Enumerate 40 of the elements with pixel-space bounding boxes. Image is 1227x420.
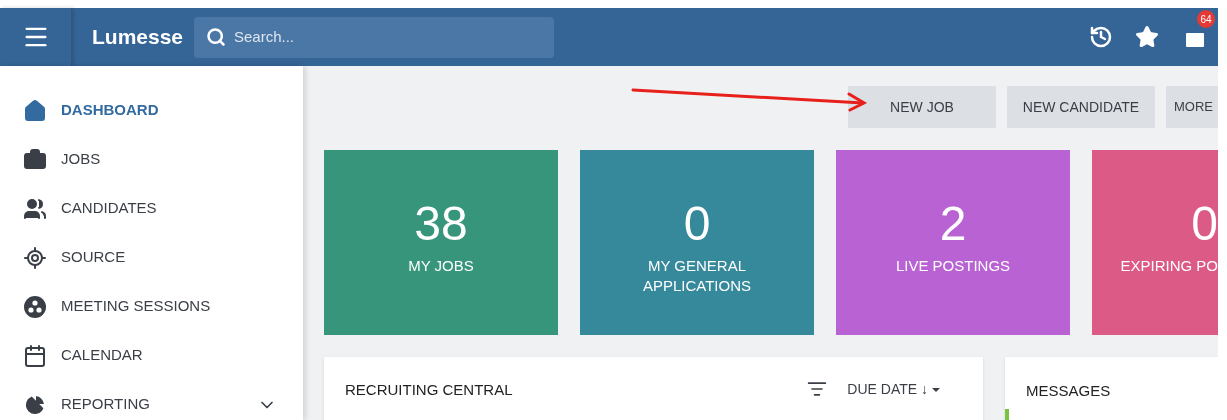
sidebar-item[interactable]: MEETING SESSIONS	[0, 282, 303, 331]
stat-value: 38	[414, 196, 468, 252]
stat-label: MY GENERAL APPLICATIONS	[641, 256, 753, 296]
sidebar-item[interactable]: JOBS	[0, 135, 303, 184]
sort-dropdown[interactable]: DUE DATE ↓	[847, 379, 940, 400]
action-button[interactable]: MORE	[1166, 86, 1218, 128]
card-title: MESSAGES	[1026, 382, 1111, 399]
card-title: RECRUITING CENTRAL	[345, 380, 513, 400]
stat-tile[interactable]: 0 EXPIRING PO	[1092, 150, 1218, 335]
stat-tile[interactable]: 38 MY JOBS	[324, 150, 558, 335]
search-icon	[206, 27, 226, 47]
stat-value: 2	[939, 196, 967, 252]
notification-badge: 64	[1197, 10, 1215, 28]
filter-icon[interactable]	[807, 379, 828, 399]
circles-icon	[23, 294, 47, 319]
target-icon	[23, 245, 47, 270]
sidebar-item[interactable]: CALENDAR	[0, 331, 303, 380]
stat-label: EXPIRING PO	[1120, 256, 1218, 276]
sidebar-item[interactable]: SOURCE	[0, 233, 303, 282]
calendar-icon	[23, 343, 47, 368]
search-bar[interactable]: Search...	[194, 16, 554, 58]
sidebar-item[interactable]: CANDIDATES	[0, 184, 303, 233]
stat-tile[interactable]: 0 MY GENERAL APPLICATIONS	[580, 150, 814, 335]
stat-label: MY JOBS	[407, 256, 475, 276]
history-icon[interactable]	[1089, 25, 1113, 49]
search-input[interactable]: Search...	[234, 25, 542, 49]
action-button[interactable]: NEW CANDIDATE	[1007, 86, 1155, 128]
stat-value: 0	[1191, 196, 1218, 252]
action-button[interactable]: NEW JOB	[848, 86, 996, 128]
stat-value: 0	[683, 196, 711, 252]
home-icon	[23, 98, 47, 123]
stat-tile[interactable]: 2 LIVE POSTINGS	[836, 150, 1070, 335]
star-icon[interactable]	[1135, 25, 1159, 49]
sidebar-item[interactable]: REPORTING	[0, 380, 303, 420]
briefcase-icon	[23, 147, 47, 172]
sidebar-item[interactable]: DASHBOARD	[0, 86, 303, 135]
logo: Lumesse	[92, 24, 182, 50]
people-icon	[23, 196, 47, 221]
stat-label: LIVE POSTINGS	[894, 256, 1012, 276]
caret-icon	[932, 387, 940, 392]
